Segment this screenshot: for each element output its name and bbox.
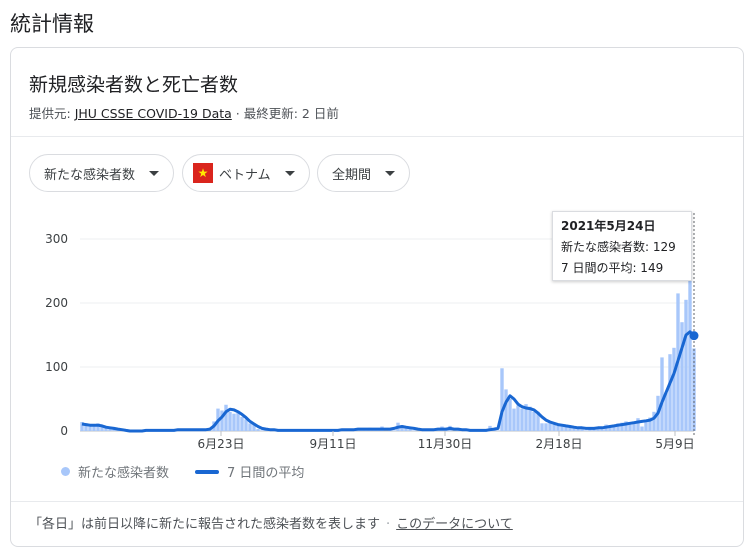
x-tick-label: 5月9日 (655, 437, 694, 451)
legend-cases[interactable]: 新たな感染者数 (61, 462, 169, 481)
cases-bar (228, 411, 232, 431)
y-tick-label: 0 (60, 424, 68, 438)
cases-bar (584, 430, 588, 431)
chart-tooltip: 2021年5月24日 新たな感染者数: 129 7 日間の平均: 149 (552, 211, 692, 281)
hover-point (689, 331, 699, 341)
cases-bar (516, 405, 520, 431)
x-tick-label: 11月30日 (418, 437, 473, 451)
about-data-link[interactable]: このデータについて (396, 517, 513, 532)
cases-bar (672, 347, 676, 431)
cases-bar (660, 357, 664, 431)
footer-divider (11, 501, 743, 502)
cases-bar (556, 425, 560, 431)
x-tick-label: 9月11日 (310, 437, 357, 451)
cases-bar (628, 424, 632, 431)
cases-bar (224, 404, 228, 431)
cases-bar (636, 418, 640, 431)
cases-bar (544, 423, 548, 431)
x-tick-label: 2月18日 (536, 437, 583, 451)
cases-bar (680, 322, 684, 431)
cases-bar (540, 423, 544, 431)
y-tick-label: 100 (45, 360, 68, 374)
footer: 「各日」は前日以降に新たに報告された感染者数を表します · このデータについて (29, 513, 513, 532)
legend-bar-swatch (61, 467, 70, 476)
cases-bar (512, 408, 516, 431)
cases-bar (260, 430, 264, 431)
cases-bar (600, 429, 604, 431)
section-title: 統計情報 (10, 12, 94, 36)
cases-bar (248, 423, 252, 431)
tooltip-cases: 新たな感染者数: 129 (561, 240, 676, 254)
legend-average-label: 7 日間の平均 (227, 466, 305, 481)
cases-bar (668, 354, 672, 431)
cases-bar (684, 299, 688, 431)
y-tick-label: 300 (45, 232, 68, 246)
cases-bar (520, 408, 524, 431)
cases-bar (552, 424, 556, 431)
average-line (81, 330, 696, 433)
legend-average[interactable]: 7 日間の平均 (195, 462, 304, 481)
cases-bar (236, 413, 240, 431)
cases-bar (640, 426, 644, 431)
legend-cases-label: 新たな感染者数 (78, 466, 170, 481)
cases-bar (412, 430, 416, 431)
footer-separator: · (386, 517, 391, 532)
cases-bar (496, 430, 500, 431)
stats-card: 新規感染者数と死亡者数 提供元: JHU CSSE COVID-19 Data … (10, 47, 744, 547)
cases-bar (232, 413, 236, 431)
tooltip-date: 2021年5月24日 (561, 219, 656, 233)
cases-bar (256, 429, 260, 431)
cases-bar (508, 399, 512, 431)
cases-bar (504, 389, 508, 431)
legend-line-swatch (195, 469, 219, 474)
cases-bar (688, 280, 692, 431)
cases-bar (244, 419, 248, 431)
cases-bar (644, 421, 648, 431)
cases-bar (532, 411, 536, 431)
footer-note: 「各日」は前日以降に新たに報告された感染者数を表します (29, 517, 381, 532)
x-tick-label: 6月23日 (198, 437, 245, 451)
y-tick-label: 200 (45, 296, 68, 310)
tooltip-average: 7 日間の平均: 149 (561, 261, 664, 275)
cases-bar (240, 416, 244, 431)
cases-bar (392, 430, 396, 431)
